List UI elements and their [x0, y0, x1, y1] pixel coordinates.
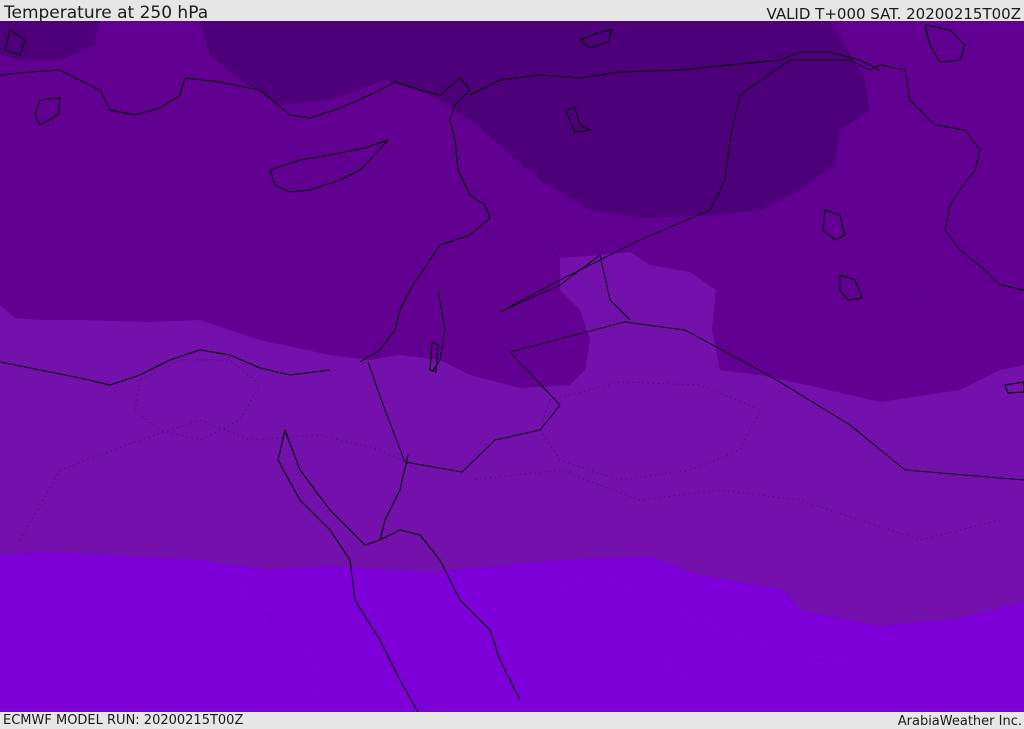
footer-bar: ECMWF MODEL RUN: 20200215T00Z ArabiaWeat…: [0, 712, 1024, 729]
temperature-map[interactable]: [0, 21, 1024, 712]
weather-map-frame: Temperature at 250 hPa VALID T+000 SAT. …: [0, 0, 1024, 729]
map-title: Temperature at 250 hPa: [4, 3, 209, 23]
credit-label: ArabiaWeather Inc.: [897, 714, 1022, 729]
model-run-label: ECMWF MODEL RUN: 20200215T00Z: [3, 713, 244, 728]
header-bar: Temperature at 250 hPa VALID T+000 SAT. …: [0, 0, 1024, 23]
